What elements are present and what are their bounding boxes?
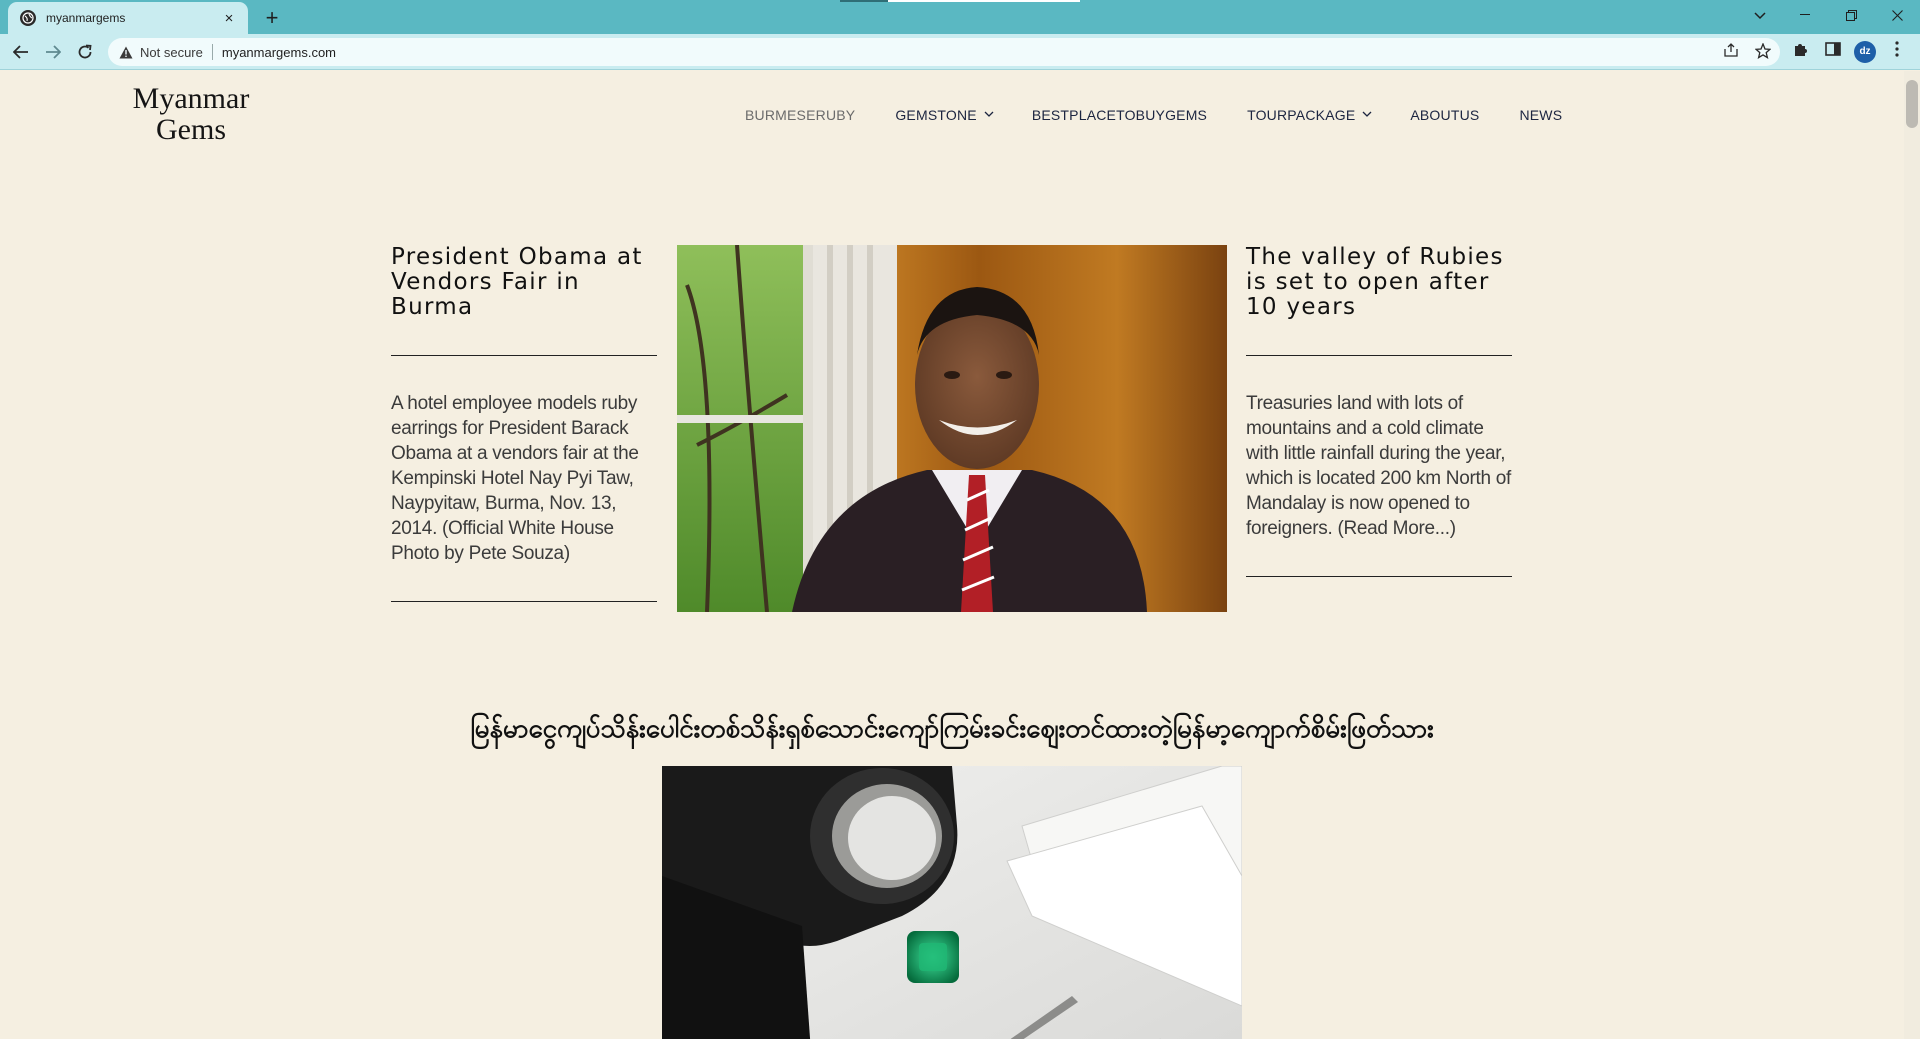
- chevron-down-icon: [984, 111, 994, 119]
- left-divider-top: [391, 355, 657, 356]
- nav-label: ABOUTUS: [1410, 107, 1480, 123]
- forward-arrow-icon[interactable]: [39, 38, 67, 66]
- address-bar[interactable]: Not secure myanmargems.com: [108, 38, 1780, 66]
- right-article-text: Treasuries land with lots of mountains a…: [1246, 393, 1511, 539]
- nav-label: GEMSTONE: [895, 107, 977, 123]
- right-article-title[interactable]: The valley of Rubies is set to open afte…: [1246, 245, 1526, 320]
- share-icon[interactable]: [1722, 43, 1740, 61]
- nav-bestplacetobuygems[interactable]: BESTPLACETOBUYGEMS: [1032, 107, 1207, 123]
- tab-title: myanmargems: [46, 11, 126, 25]
- new-tab-button[interactable]: +: [258, 4, 286, 32]
- profile-avatar[interactable]: dz: [1854, 41, 1876, 63]
- scrollbar-thumb[interactable]: [1906, 80, 1918, 128]
- right-divider-top: [1246, 355, 1512, 356]
- restore-icon[interactable]: [1828, 0, 1874, 30]
- nav-burmeseruby[interactable]: BURMESERUBY: [745, 107, 855, 123]
- globe-icon: [20, 10, 36, 26]
- site-logo[interactable]: Myanmar Gems: [118, 83, 264, 145]
- nav-label: BESTPLACETOBUYGEMS: [1031, 107, 1208, 123]
- close-window-icon[interactable]: [1874, 0, 1920, 30]
- tab-strip-indicator: [840, 0, 888, 2]
- browser-tab[interactable]: myanmargems ×: [8, 2, 248, 34]
- omnibox-divider: [211, 44, 213, 60]
- browser-toolbar: Not secure myanmargems.com dz: [0, 34, 1920, 70]
- page-viewport: Myanmar Gems BURMESERUBY GEMSTONE BESTPL…: [0, 71, 1904, 1039]
- right-divider-bottom: [1246, 576, 1512, 577]
- main-navigation: BURMESERUBY GEMSTONE BESTPLACETOBUYGEMS …: [745, 105, 1602, 125]
- minimize-icon[interactable]: [1782, 0, 1828, 30]
- reload-icon[interactable]: [71, 38, 99, 66]
- page-scrollbar[interactable]: [1904, 71, 1920, 1039]
- warning-icon[interactable]: [118, 44, 134, 60]
- nav-gemstone[interactable]: GEMSTONE: [895, 107, 994, 123]
- nav-label: NEWS: [1519, 107, 1563, 123]
- tab-strip-indicator-light: [888, 0, 1080, 2]
- logo-line-2: Gems: [156, 113, 226, 146]
- bookmark-star-icon[interactable]: [1754, 42, 1772, 61]
- chevron-down-icon: [1362, 111, 1372, 119]
- jade-section-heading: မြန်မာငွေကျပ်သိန်းပေါင်းတစ်သိန်းရှစ်သောင…: [470, 714, 1434, 744]
- url-text[interactable]: myanmargems.com: [222, 45, 336, 60]
- tab-strip: myanmargems × +: [0, 0, 1920, 34]
- security-status[interactable]: Not secure: [140, 45, 203, 60]
- tab-search-chevron-icon[interactable]: [1748, 4, 1772, 28]
- extensions-puzzle-icon[interactable]: [1790, 41, 1812, 63]
- nav-aboutus[interactable]: ABOUTUS: [1410, 107, 1479, 123]
- nav-label: TOURPACKAGE: [1247, 107, 1356, 123]
- nav-label: BURMESERUBY: [745, 107, 856, 123]
- logo-line-1: Myanmar: [132, 82, 250, 115]
- emerald-photo: [662, 766, 1242, 1039]
- left-article-text: A hotel employee models ruby earrings fo…: [391, 393, 639, 564]
- obama-photo: [677, 245, 1227, 612]
- more-menu-icon[interactable]: [1886, 41, 1908, 63]
- left-divider-bottom: [391, 601, 657, 602]
- nav-tourpackage[interactable]: TOURPACKAGE: [1247, 107, 1372, 123]
- side-panel-icon[interactable]: [1822, 41, 1844, 63]
- back-arrow-icon[interactable]: [7, 38, 35, 66]
- tab-close-icon[interactable]: ×: [220, 10, 238, 27]
- nav-news[interactable]: NEWS: [1519, 107, 1562, 123]
- left-article-title[interactable]: President Obama at Vendors Fair in Burma: [391, 245, 661, 320]
